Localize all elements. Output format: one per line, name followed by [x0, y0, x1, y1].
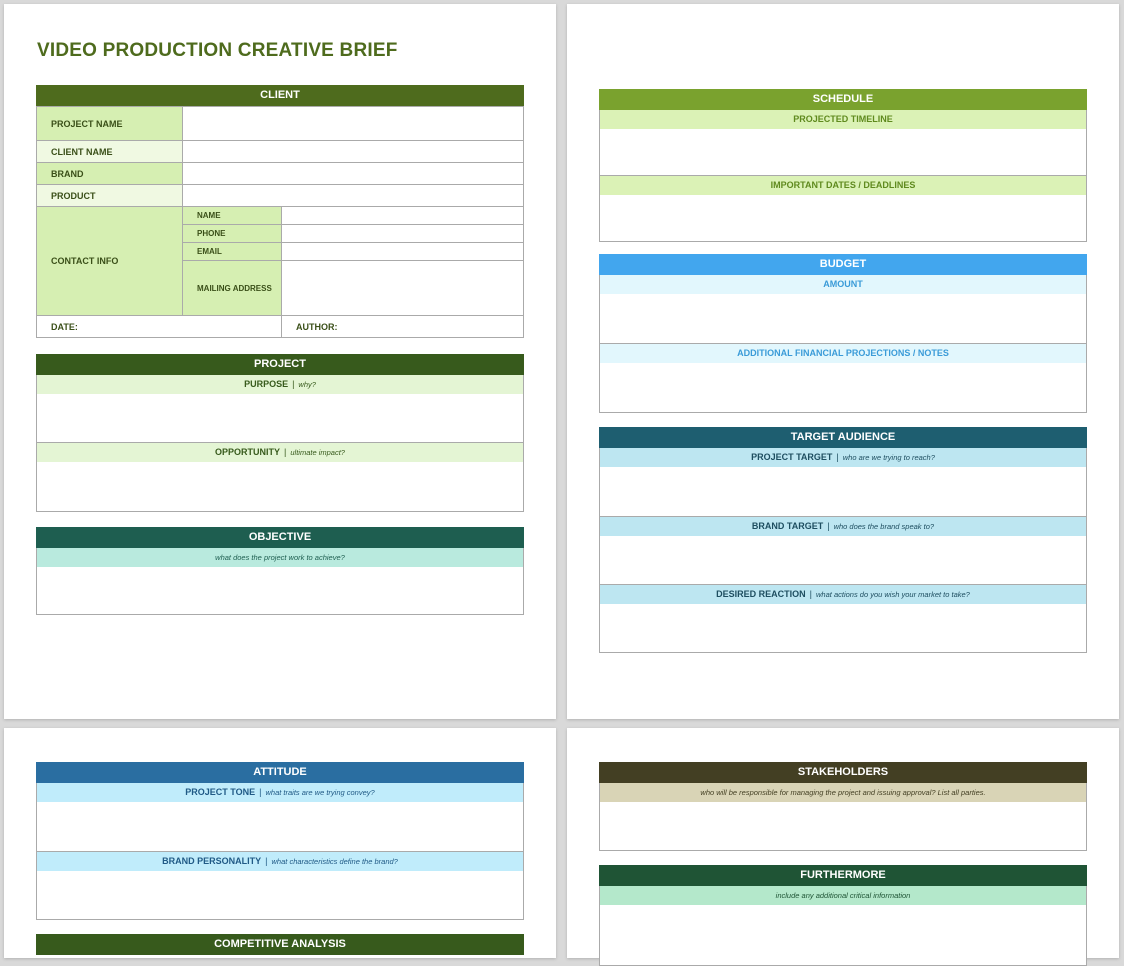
attitude-section: ATTITUDE PROJECT TONE | what traits are we… [36, 762, 524, 920]
desired-reaction-field[interactable] [599, 604, 1087, 653]
page-4: STAKEHOLDERS who will be responsible for… [567, 728, 1119, 966]
contact-name-field[interactable] [281, 206, 524, 225]
furthermore-header: FURTHERMORE [599, 865, 1087, 886]
mailing-address-field[interactable] [281, 260, 524, 316]
objective-header: OBJECTIVE [36, 527, 524, 548]
project-section: PROJECT PURPOSE | why? OPPORTUNITY | ultimat… [36, 354, 524, 512]
project-name-label: PROJECT NAME [36, 106, 183, 141]
competitive-analysis-section: COMPETITIVE ANALYSIS [36, 934, 524, 955]
purpose-field[interactable] [36, 394, 524, 443]
competitive-analysis-header: COMPETITIVE ANALYSIS [36, 934, 524, 955]
purpose-label: PURPOSE | why? [36, 375, 524, 394]
project-name-field[interactable] [182, 106, 524, 141]
stakeholders-field[interactable] [599, 802, 1087, 851]
dates-label: IMPORTANT DATES / DEADLINES [599, 176, 1087, 195]
notes-field[interactable] [599, 363, 1087, 413]
amount-field[interactable] [599, 294, 1087, 344]
schedule-header: SCHEDULE [599, 89, 1087, 110]
page-3: ATTITUDE PROJECT TONE | what traits are we… [4, 728, 556, 958]
timeline-field[interactable] [599, 129, 1087, 176]
contact-email-field[interactable] [281, 242, 524, 261]
objective-hint: what does the project work to achieve? [36, 548, 524, 567]
page-2: SCHEDULE PROJECTED TIMELINE IMPORTANT DA… [567, 4, 1119, 719]
product-field[interactable] [182, 184, 524, 207]
contact-name-label: NAME [182, 206, 282, 225]
target-audience-section: TARGET AUDIENCE PROJECT TARGET | who are w… [599, 427, 1087, 653]
client-table: PROJECT NAME CLIENT NAME BRAND PRODUCT C… [36, 106, 524, 338]
furthermore-field[interactable] [599, 905, 1087, 966]
brand-label: BRAND [36, 162, 183, 185]
client-name-field[interactable] [182, 140, 524, 163]
mailing-address-label: MAILING ADDRESS [182, 260, 282, 316]
dates-field[interactable] [599, 195, 1087, 242]
budget-section: BUDGET AMOUNT ADDITIONAL FINANCIAL PROJE… [599, 254, 1087, 413]
amount-label: AMOUNT [599, 275, 1087, 294]
document-title: VIDEO PRODUCTION CREATIVE BRIEF [37, 40, 398, 61]
page-1: VIDEO PRODUCTION CREATIVE BRIEF CLIENT P… [4, 4, 556, 719]
contact-phone-label: PHONE [182, 224, 282, 243]
opportunity-field[interactable] [36, 462, 524, 512]
date-field[interactable]: DATE: [36, 315, 282, 338]
brand-target-field[interactable] [599, 536, 1087, 585]
furthermore-section: FURTHERMORE include any additional criti… [599, 865, 1087, 966]
objective-field[interactable] [36, 567, 524, 615]
client-header: CLIENT [36, 85, 524, 106]
contact-info-label: CONTACT INFO [36, 206, 183, 316]
stakeholders-header: STAKEHOLDERS [599, 762, 1087, 783]
project-target-field[interactable] [599, 467, 1087, 517]
product-label: PRODUCT [36, 184, 183, 207]
project-tone-label: PROJECT TONE | what traits are we trying c… [36, 783, 524, 802]
furthermore-hint: include any additional critical informat… [599, 886, 1087, 905]
client-section: CLIENT PROJECT NAME CLIENT NAME BRAND PR… [36, 85, 524, 338]
timeline-label: PROJECTED TIMELINE [599, 110, 1087, 129]
objective-section: OBJECTIVE what does the project work to … [36, 527, 524, 615]
contact-phone-field[interactable] [281, 224, 524, 243]
brand-target-label: BRAND TARGET | who does the brand speak to… [599, 517, 1087, 536]
project-header: PROJECT [36, 354, 524, 375]
project-tone-field[interactable] [36, 802, 524, 852]
opportunity-label: OPPORTUNITY | ultimate impact? [36, 443, 524, 462]
target-audience-header: TARGET AUDIENCE [599, 427, 1087, 448]
stakeholders-hint: who will be responsible for managing the… [599, 783, 1087, 802]
budget-header: BUDGET [599, 254, 1087, 275]
brand-field[interactable] [182, 162, 524, 185]
author-field[interactable]: AUTHOR: [281, 315, 524, 338]
desired-reaction-label: DESIRED REACTION | what actions do you wis… [599, 585, 1087, 604]
schedule-section: SCHEDULE PROJECTED TIMELINE IMPORTANT DA… [599, 89, 1087, 242]
project-target-label: PROJECT TARGET | who are we trying to reac… [599, 448, 1087, 467]
contact-email-label: EMAIL [182, 242, 282, 261]
notes-label: ADDITIONAL FINANCIAL PROJECTIONS / NOTES [599, 344, 1087, 363]
client-name-label: CLIENT NAME [36, 140, 183, 163]
stakeholders-section: STAKEHOLDERS who will be responsible for… [599, 762, 1087, 851]
brand-personality-label: BRAND PERSONALITY | what characteristics d… [36, 852, 524, 871]
attitude-header: ATTITUDE [36, 762, 524, 783]
brand-personality-field[interactable] [36, 871, 524, 920]
